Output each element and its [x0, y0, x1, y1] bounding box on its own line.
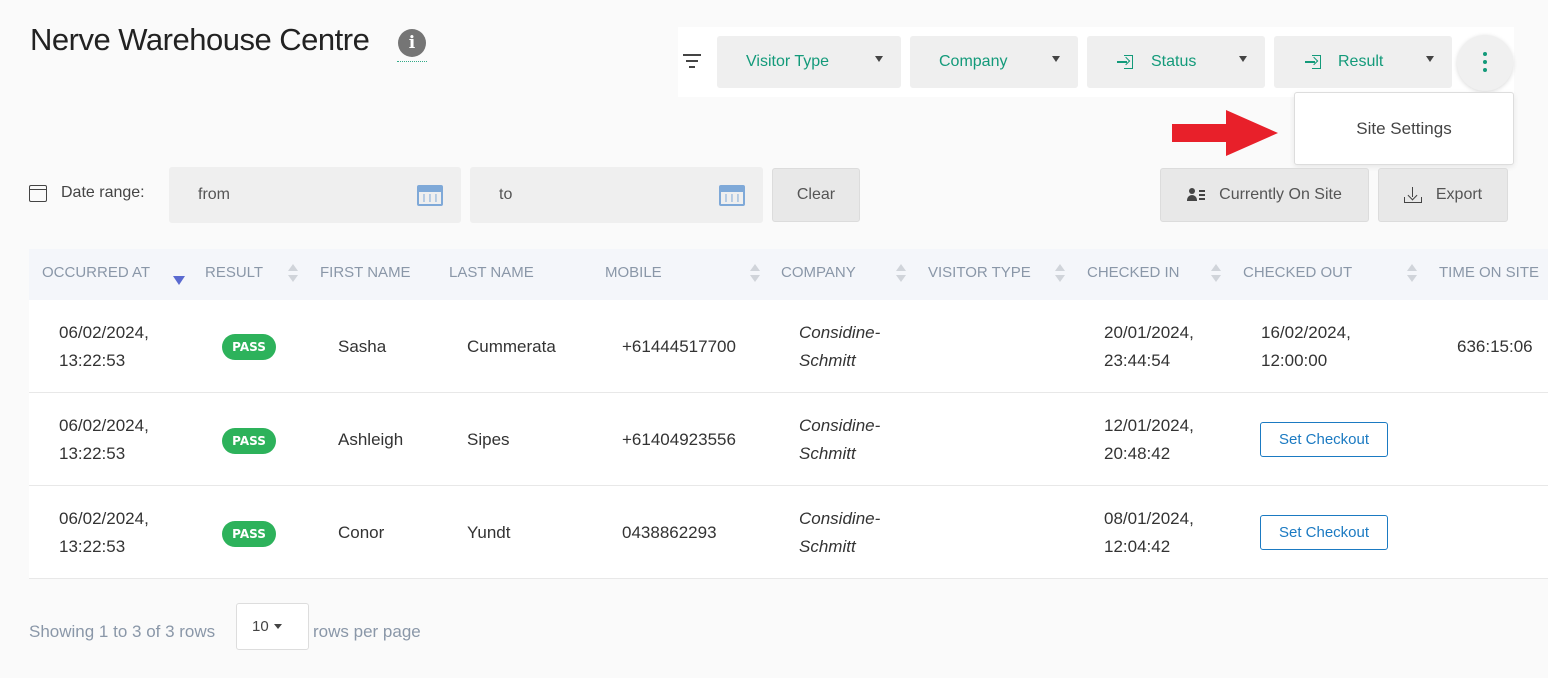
- table-row: 06/02/2024,13:22:53 PASS Sasha Cummerata…: [29, 300, 1548, 393]
- currently-on-site-label: Currently On Site: [1219, 186, 1342, 204]
- calendar-icon[interactable]: [417, 185, 443, 206]
- company-cell: Considine-Schmitt: [799, 505, 880, 561]
- col-mobile[interactable]: MOBILE: [605, 264, 662, 281]
- page-size-value: 10: [252, 618, 269, 635]
- red-arrow-icon: [1170, 110, 1280, 156]
- sort-icon[interactable]: [1407, 264, 1417, 284]
- col-first-name: FIRST NAME: [320, 264, 411, 281]
- page-title: Nerve Warehouse Centre: [30, 22, 369, 58]
- sort-icon[interactable]: [1055, 264, 1065, 284]
- enter-icon: [1305, 55, 1321, 69]
- date-from-placeholder: from: [198, 186, 230, 204]
- calendar-icon: [29, 185, 47, 202]
- first-name-cell: Ashleigh: [338, 426, 403, 454]
- company-cell: Considine-Schmitt: [799, 412, 880, 468]
- info-underline: [397, 61, 427, 62]
- company-label: Company: [939, 53, 1007, 71]
- occurred-at-cell: 06/02/2024,13:22:53: [59, 505, 149, 561]
- result-filter[interactable]: Result: [1274, 36, 1452, 88]
- status-badge: PASS: [222, 521, 276, 547]
- last-name-cell: Sipes: [467, 426, 510, 454]
- col-result[interactable]: RESULT: [205, 264, 263, 281]
- date-to-input[interactable]: to: [470, 167, 763, 223]
- checked-in-cell: 12/01/2024,20:48:42: [1104, 412, 1194, 468]
- col-checked-in[interactable]: CHECKED IN: [1087, 264, 1180, 281]
- last-name-cell: Cummerata: [467, 333, 556, 361]
- chevron-down-icon: [274, 624, 282, 629]
- status-label: Status: [1151, 53, 1196, 71]
- checked-out-cell: 16/02/2024,12:00:00: [1261, 319, 1351, 375]
- status-filter[interactable]: Status: [1087, 36, 1265, 88]
- status-badge: PASS: [222, 334, 276, 360]
- download-icon: [1404, 187, 1422, 203]
- chevron-down-icon: [1239, 56, 1247, 62]
- chevron-down-icon: [1426, 56, 1434, 62]
- mobile-cell: 0438862293: [622, 519, 717, 547]
- info-icon[interactable]: i: [398, 29, 426, 57]
- table-row: 06/02/2024,13:22:53 PASS Ashleigh Sipes …: [29, 393, 1548, 486]
- date-from-input[interactable]: from: [169, 167, 461, 223]
- visitor-type-label: Visitor Type: [746, 53, 829, 71]
- person-list-icon: [1187, 188, 1205, 202]
- col-last-name: LAST NAME: [449, 264, 534, 281]
- col-time-on-site: TIME ON SITE: [1439, 264, 1539, 281]
- sort-icon[interactable]: [750, 264, 760, 284]
- kebab-icon[interactable]: [1457, 35, 1513, 91]
- mobile-cell: +61404923556: [622, 426, 736, 454]
- mobile-cell: +61444517700: [622, 333, 736, 361]
- col-occurred-at[interactable]: OCCURRED AT: [42, 264, 150, 281]
- col-checked-out[interactable]: CHECKED OUT: [1243, 264, 1352, 281]
- clear-button[interactable]: Clear: [772, 168, 860, 222]
- status-badge: PASS: [222, 428, 276, 454]
- options-menu: Site Settings: [1294, 92, 1514, 165]
- sort-icon[interactable]: [1211, 264, 1221, 284]
- calendar-icon[interactable]: [719, 185, 745, 206]
- export-button[interactable]: Export: [1378, 168, 1508, 222]
- sort-icon[interactable]: [288, 264, 298, 284]
- company-cell: Considine-Schmitt: [799, 319, 880, 375]
- currently-on-site-button[interactable]: Currently On Site: [1160, 168, 1369, 222]
- filter-icon[interactable]: [682, 51, 702, 71]
- chevron-down-icon: [875, 56, 883, 62]
- company-filter[interactable]: Company: [910, 36, 1078, 88]
- checked-in-cell: 08/01/2024,12:04:42: [1104, 505, 1194, 561]
- time-on-site-cell: 636:15:06: [1457, 333, 1533, 361]
- rows-per-page-label: rows per page: [313, 622, 421, 642]
- last-name-cell: Yundt: [467, 519, 511, 547]
- first-name-cell: Sasha: [338, 333, 386, 361]
- date-range-label: Date range:: [61, 184, 145, 202]
- sort-icon[interactable]: [896, 264, 906, 284]
- first-name-cell: Conor: [338, 519, 384, 547]
- checked-in-cell: 20/01/2024,23:44:54: [1104, 319, 1194, 375]
- pagination-info: Showing 1 to 3 of 3 rows: [29, 622, 215, 642]
- occurred-at-cell: 06/02/2024,13:22:53: [59, 319, 149, 375]
- enter-icon: [1117, 55, 1133, 69]
- date-to-placeholder: to: [499, 186, 512, 204]
- col-company[interactable]: COMPANY: [781, 264, 856, 281]
- table-row: 06/02/2024,13:22:53 PASS Conor Yundt 043…: [29, 486, 1548, 579]
- occurred-at-cell: 06/02/2024,13:22:53: [59, 412, 149, 468]
- set-checkout-button[interactable]: Set Checkout: [1260, 515, 1388, 550]
- export-label: Export: [1436, 186, 1482, 204]
- col-visitor-type[interactable]: VISITOR TYPE: [928, 264, 1031, 281]
- visitor-type-filter[interactable]: Visitor Type: [717, 36, 901, 88]
- site-settings-menu-item[interactable]: Site Settings: [1295, 93, 1513, 164]
- sort-desc-icon[interactable]: [173, 276, 185, 285]
- set-checkout-button[interactable]: Set Checkout: [1260, 422, 1388, 457]
- result-label: Result: [1338, 53, 1383, 71]
- chevron-down-icon: [1052, 56, 1060, 62]
- page-size-select[interactable]: 10: [236, 603, 309, 650]
